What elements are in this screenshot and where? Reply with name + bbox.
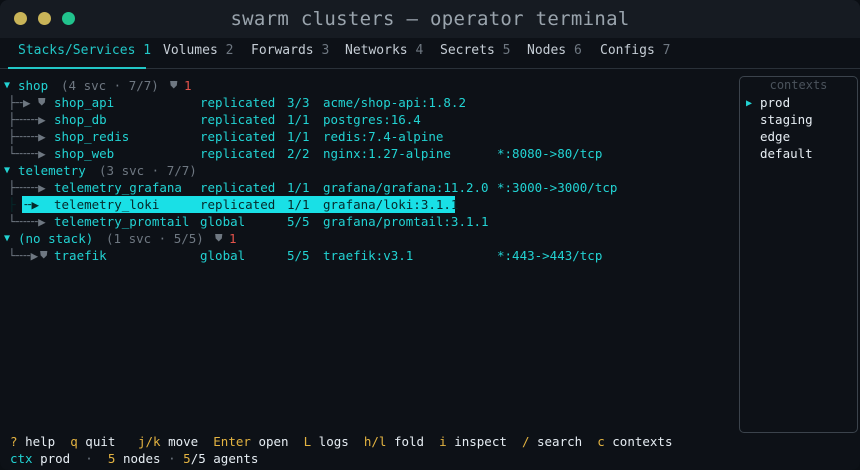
key-help-bar: ? help q quit j/k move Enter open L logs… <box>10 434 673 449</box>
stack-summary: (4 svc · 7/7) <box>61 78 159 93</box>
tree-branch-icon: ├╌╌╌▶ <box>8 129 46 144</box>
stack-name: (no stack) <box>18 231 94 246</box>
context-item-default[interactable]: default <box>760 146 813 161</box>
service-row[interactable]: ├╌╌╌▶ telemetry_grafana replicated 1/1 g… <box>0 179 736 196</box>
shield-icon: ⛊ <box>215 233 223 244</box>
stack-row-shop[interactable]: ▼ shop (4 svc · 7/7) ⛊ 1 <box>0 77 736 94</box>
service-row[interactable]: └╌╌╌▶ telemetry_promtail global 5/5 graf… <box>0 213 736 230</box>
tree-branch-icon: ╌▶ <box>24 197 40 212</box>
stack-summary: (3 svc · 7/7) <box>99 163 197 178</box>
tree-branch-icon: ├╌▶ <box>8 95 31 110</box>
tab-volumes[interactable]: Volumes 2 <box>163 43 233 58</box>
expand-caret-icon[interactable]: ▼ <box>4 77 10 94</box>
expand-caret-icon[interactable]: ▼ <box>4 230 10 247</box>
tree-branch-icon: └╌╌╌▶ <box>8 146 46 161</box>
active-tab-indicator <box>8 67 146 69</box>
tab-nodes[interactable]: Nodes 6 <box>527 43 582 58</box>
context-item-staging[interactable]: staging <box>760 112 813 127</box>
alert-count: 1 <box>184 78 192 93</box>
tree-branch-icon: └╌╌╌▶ <box>8 214 46 229</box>
terminal-window: swarm clusters — operator terminal Stack… <box>0 0 860 470</box>
context-item-prod[interactable]: prod <box>760 95 790 110</box>
stack-row-telemetry[interactable]: ▼ telemetry (3 svc · 7/7) <box>0 162 736 179</box>
stack-row-no-stack[interactable]: ▼ (no stack) (1 svc · 5/5) ⛊ 1 <box>0 230 736 247</box>
service-row-selected[interactable]: ├ ╌▶ telemetry_loki replicated 1/1 grafa… <box>0 196 736 213</box>
expand-caret-icon[interactable]: ▼ <box>4 162 10 179</box>
service-row[interactable]: ├╌╌╌▶ shop_db replicated 1/1 postgres:16… <box>0 111 736 128</box>
window-title: swarm clusters — operator terminal <box>230 8 630 30</box>
contexts-panel-title: contexts <box>769 78 828 92</box>
tab-bar: Stacks/Services 1 Volumes 2 Forwards 3 N… <box>0 38 860 69</box>
tree-branch-icon: ├╌╌╌▶ <box>8 180 46 195</box>
status-bar: ctx prod · 5 nodes · 5/5 agents <box>10 451 259 466</box>
tab-secrets[interactable]: Secrets 5 <box>440 43 510 58</box>
title-bar: swarm clusters — operator terminal <box>0 0 860 38</box>
tree-branch-icon: └╌╌▶ <box>8 248 39 263</box>
shield-icon: ⛊ <box>40 250 48 261</box>
stack-name: telemetry <box>18 163 86 178</box>
shield-icon: ⛊ <box>38 97 46 108</box>
context-item-edge[interactable]: edge <box>760 129 790 144</box>
tree-branch-icon: ├╌╌╌▶ <box>8 112 46 127</box>
stack-summary: (1 svc · 5/5) <box>106 231 204 246</box>
tab-configs[interactable]: Configs 7 <box>600 43 670 58</box>
tab-stacks-services[interactable]: Stacks/Services 1 <box>18 43 151 58</box>
selected-caret-icon: ▶ <box>746 98 753 109</box>
shield-icon: ⛊ <box>170 80 178 91</box>
service-row[interactable]: └╌╌▶ ⛊ traefik global 5/5 traefik:v3.1 *… <box>0 247 736 264</box>
tab-forwards[interactable]: Forwards 3 <box>251 43 329 58</box>
stack-name: shop <box>18 78 49 93</box>
alert-count: 1 <box>229 231 237 246</box>
service-row[interactable]: └╌╌╌▶ shop_web replicated 2/2 nginx:1.27… <box>0 145 736 162</box>
tab-networks[interactable]: Networks 4 <box>345 43 423 58</box>
service-row[interactable]: ├╌▶ ⛊ shop_api replicated 3/3 acme/shop-… <box>0 94 736 111</box>
service-row[interactable]: ├╌╌╌▶ shop_redis replicated 1/1 redis:7.… <box>0 128 736 145</box>
tree-branch-icon: ├ <box>8 197 16 212</box>
contexts-panel: contexts ▶ prod staging edge default <box>739 76 858 433</box>
